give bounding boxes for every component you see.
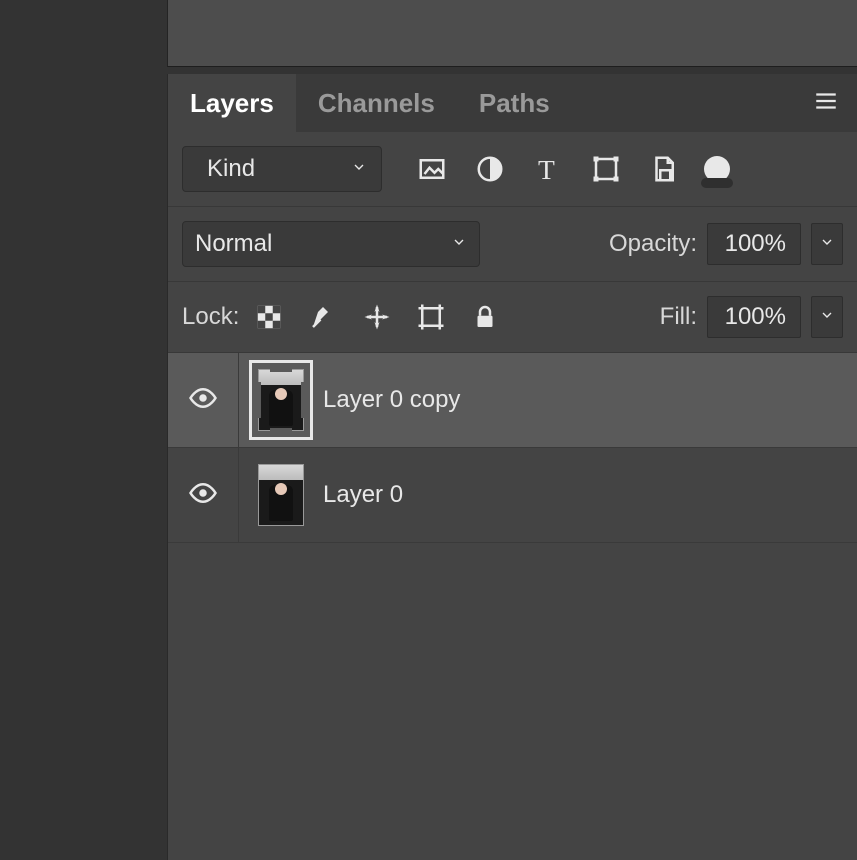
panel-menu-button[interactable]	[795, 74, 857, 132]
blend-row: Normal Opacity: 100%	[168, 207, 857, 282]
chevron-down-icon	[351, 159, 367, 180]
filter-pixel-icon[interactable]	[414, 151, 450, 187]
filter-type-dropdown[interactable]: Kind	[182, 146, 382, 192]
filter-adjustment-icon[interactable]	[472, 151, 508, 187]
filter-shape-icon[interactable]	[588, 151, 624, 187]
opacity-label: Opacity:	[609, 230, 697, 258]
lock-transparency-icon[interactable]	[249, 297, 289, 337]
eye-icon	[188, 478, 218, 513]
opacity-dropdown[interactable]	[811, 223, 843, 265]
lock-all-icon[interactable]	[465, 297, 505, 337]
blend-mode-value: Normal	[195, 230, 441, 258]
svg-text:T: T	[538, 154, 555, 184]
tab-channels[interactable]: Channels	[296, 74, 457, 132]
lock-artboard-icon[interactable]	[411, 297, 451, 337]
fill-dropdown[interactable]	[811, 296, 843, 338]
canvas-area	[167, 0, 857, 67]
filter-icons: T	[414, 151, 730, 187]
layer-name[interactable]: Layer 0 copy	[323, 386, 857, 414]
filter-toggle[interactable]	[704, 156, 730, 182]
filter-type-layer-icon[interactable]: T	[530, 151, 566, 187]
layer-thumbnail[interactable]	[239, 448, 323, 542]
hamburger-icon	[813, 88, 839, 119]
filter-type-label: Kind	[207, 155, 341, 183]
chevron-down-icon	[451, 234, 467, 255]
layers-list: Layer 0 copy Layer 0	[168, 353, 857, 543]
lock-position-icon[interactable]	[357, 297, 397, 337]
panel-tabs: Layers Channels Paths	[168, 74, 857, 132]
opacity-value[interactable]: 100%	[707, 223, 801, 265]
filter-row: Kind T	[168, 132, 857, 207]
chevron-down-icon	[819, 234, 835, 255]
layer-row[interactable]: Layer 0	[168, 448, 857, 543]
layers-panel: Layers Channels Paths Kind	[167, 74, 857, 860]
layer-name[interactable]: Layer 0	[323, 481, 857, 509]
fill-label: Fill:	[660, 303, 697, 331]
blend-mode-dropdown[interactable]: Normal	[182, 221, 480, 267]
lock-row: Lock: Fill: 100%	[168, 282, 857, 353]
layer-thumbnail[interactable]	[239, 353, 323, 447]
layer-row[interactable]: Layer 0 copy	[168, 353, 857, 448]
lock-pixels-icon[interactable]	[303, 297, 343, 337]
visibility-toggle[interactable]	[168, 448, 239, 542]
visibility-toggle[interactable]	[168, 353, 239, 447]
tab-layers[interactable]: Layers	[168, 74, 296, 132]
eye-icon	[188, 383, 218, 418]
fill-value[interactable]: 100%	[707, 296, 801, 338]
lock-icons	[249, 297, 505, 337]
tab-paths[interactable]: Paths	[457, 74, 572, 132]
chevron-down-icon	[819, 307, 835, 328]
lock-label: Lock:	[182, 303, 239, 331]
filter-smartobject-icon[interactable]	[646, 151, 682, 187]
